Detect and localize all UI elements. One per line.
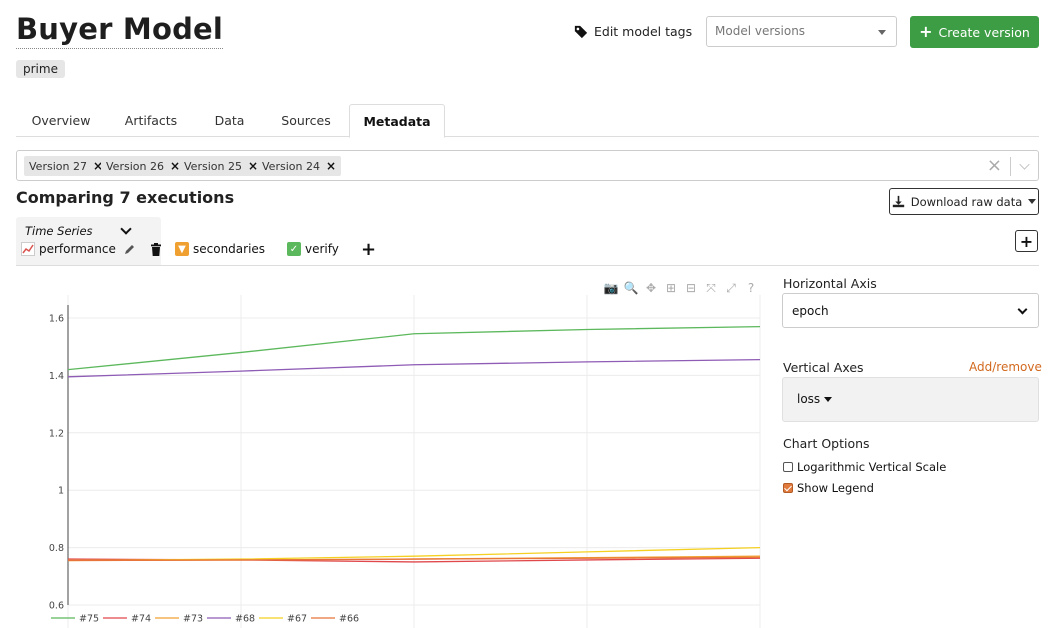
chart-tab-secondaries[interactable]: ▼ secondaries bbox=[175, 242, 265, 256]
log-scale-checkbox[interactable] bbox=[783, 462, 793, 472]
legend-label[interactable]: #67 bbox=[287, 614, 307, 625]
version-chip: Version 26 × bbox=[101, 156, 186, 176]
version-chip: Version 25 × bbox=[179, 156, 264, 176]
zoom-icon[interactable]: 🔍 bbox=[624, 281, 639, 295]
page-title: Buyer Model bbox=[16, 12, 224, 49]
pencil-icon[interactable] bbox=[124, 243, 136, 255]
trash-icon[interactable] bbox=[150, 242, 162, 256]
model-tag-chip[interactable]: prime bbox=[16, 60, 65, 78]
plus-icon: + bbox=[919, 22, 933, 41]
edit-model-tags-button[interactable]: Edit model tags bbox=[574, 24, 692, 39]
y-tick-label: 1 bbox=[58, 486, 64, 497]
chevron-down-icon bbox=[1017, 304, 1028, 315]
chart-type-select[interactable]: Time Series bbox=[25, 224, 93, 238]
add-chart-button[interactable]: + bbox=[361, 239, 376, 260]
chart-icon bbox=[21, 242, 35, 256]
chevron-down-icon[interactable] bbox=[120, 223, 132, 235]
chart-tab-verify[interactable]: ✓ verify bbox=[287, 242, 339, 256]
chart-group-panel: Time Series bbox=[16, 217, 161, 265]
legend-label[interactable]: #75 bbox=[79, 614, 99, 625]
vertical-axes-box: loss bbox=[782, 377, 1039, 422]
caret-down-icon bbox=[1028, 199, 1037, 204]
show-legend-checkbox[interactable] bbox=[783, 483, 793, 493]
y-tick-label: 0.6 bbox=[49, 601, 64, 612]
version-chip-label: Version 25 bbox=[184, 159, 242, 173]
edit-model-tags-label: Edit model tags bbox=[594, 24, 693, 39]
tab-artifacts[interactable]: Artifacts bbox=[106, 104, 196, 137]
model-tabs: Overview Artifacts Data Sources Metadata bbox=[16, 104, 1039, 138]
add-panel-button[interactable]: + bbox=[1015, 230, 1038, 252]
vertical-axes-label: Vertical Axes bbox=[783, 360, 864, 375]
time-series-chart[interactable]: 1.6 1.4 1.2 1 0.8 0.6 #75 #74 #73 #68 #67 #66 bbox=[0, 295, 775, 628]
y-tick-label: 1.2 bbox=[49, 428, 64, 439]
reset-axes-icon[interactable]: ⤢ bbox=[724, 281, 738, 295]
create-version-button[interactable]: + Create version bbox=[910, 16, 1039, 48]
tab-overview[interactable]: Overview bbox=[16, 104, 106, 137]
version-filter[interactable]: Version 27 × Version 26 × Version 25 × Vers… bbox=[16, 150, 1039, 181]
caret-down-icon bbox=[824, 396, 833, 402]
chart-tab-label: secondaries bbox=[193, 242, 266, 256]
zoom-in-icon[interactable]: ⊞ bbox=[664, 281, 678, 295]
caret-down-icon bbox=[878, 30, 886, 35]
model-versions-placeholder: Model versions bbox=[715, 24, 806, 38]
model-versions-select[interactable]: Model versions bbox=[706, 16, 897, 47]
version-chip-label: Version 24 bbox=[262, 159, 320, 173]
log-scale-option[interactable]: Logarithmic Vertical Scale bbox=[783, 460, 946, 474]
legend-label[interactable]: #73 bbox=[183, 614, 203, 625]
tab-data[interactable]: Data bbox=[196, 104, 263, 137]
download-icon bbox=[892, 195, 904, 208]
chevron-down-icon[interactable] bbox=[1019, 159, 1030, 170]
horizontal-axis-value: epoch bbox=[792, 304, 829, 318]
legend-label[interactable]: #68 bbox=[235, 614, 255, 625]
legend-label[interactable]: #66 bbox=[339, 614, 359, 625]
download-raw-data-button[interactable]: Download raw data bbox=[889, 188, 1039, 215]
tab-sources[interactable]: Sources bbox=[263, 104, 349, 137]
y-tick-label: 1.4 bbox=[49, 371, 64, 382]
add-remove-link[interactable]: Add/remove bbox=[969, 360, 1042, 374]
y-tick-label: 0.8 bbox=[49, 543, 64, 554]
version-chip-label: Version 26 bbox=[106, 159, 164, 173]
zoom-out-icon[interactable]: ⊟ bbox=[684, 281, 698, 295]
comparing-title: Comparing 7 executions bbox=[16, 188, 235, 207]
version-chip: Version 24 × bbox=[257, 156, 342, 176]
y-tick-label: 1.6 bbox=[49, 314, 64, 325]
vertical-axis-value: loss bbox=[797, 392, 821, 406]
legend-label[interactable]: #74 bbox=[131, 614, 151, 625]
chart-modebar: 📷 🔍 ✥ ⊞ ⊟ ⤧ ⤢ ? bbox=[604, 281, 758, 296]
show-legend-option[interactable]: Show Legend bbox=[783, 481, 874, 495]
horizontal-axis-select[interactable]: epoch bbox=[782, 293, 1039, 328]
green-check-icon: ✓ bbox=[287, 242, 301, 256]
orange-triangle-icon: ▼ bbox=[175, 242, 189, 256]
pan-icon[interactable]: ✥ bbox=[644, 281, 658, 295]
help-icon[interactable]: ? bbox=[744, 281, 758, 295]
separator bbox=[1010, 157, 1011, 176]
remove-icon[interactable]: × bbox=[326, 159, 336, 173]
tab-metadata[interactable]: Metadata bbox=[349, 104, 445, 138]
camera-icon[interactable]: 📷 bbox=[604, 281, 619, 295]
download-raw-data-label: Download raw data bbox=[910, 194, 1023, 209]
clear-icon[interactable]: × bbox=[987, 155, 1002, 176]
log-scale-label: Logarithmic Vertical Scale bbox=[797, 460, 947, 474]
chart-tab-performance[interactable]: performance bbox=[21, 242, 162, 256]
create-version-label: Create version bbox=[938, 24, 1030, 40]
chart-options-label: Chart Options bbox=[783, 436, 870, 451]
tag-icon bbox=[574, 25, 588, 38]
chart-tab-label: verify bbox=[305, 242, 339, 256]
chart-tab-label: performance bbox=[39, 242, 116, 256]
vertical-axis-dropdown[interactable]: loss bbox=[797, 392, 833, 406]
version-chip-label: Version 27 bbox=[29, 159, 87, 173]
divider bbox=[16, 265, 1039, 266]
show-legend-label: Show Legend bbox=[797, 481, 874, 495]
version-chip: Version 27 × bbox=[24, 156, 109, 176]
autoscale-icon[interactable]: ⤧ bbox=[704, 281, 718, 295]
horizontal-axis-label: Horizontal Axis bbox=[783, 276, 877, 291]
